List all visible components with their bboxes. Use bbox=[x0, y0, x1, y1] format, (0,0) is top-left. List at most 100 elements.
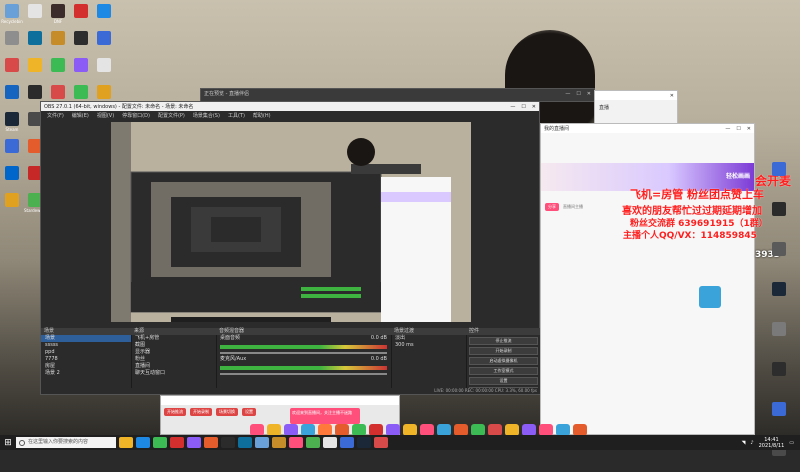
volume-slider[interactable] bbox=[220, 373, 387, 375]
desktop-icon[interactable] bbox=[70, 56, 92, 86]
minimize-icon[interactable]: — bbox=[510, 104, 515, 110]
close-icon[interactable]: ✕ bbox=[587, 91, 591, 97]
volume-meter bbox=[220, 366, 387, 370]
taskbar-app-icon[interactable] bbox=[340, 437, 354, 448]
scene-item[interactable]: 场景 2 bbox=[41, 370, 131, 377]
taskbar-app-icon[interactable] bbox=[119, 437, 133, 448]
taskbar-app-icon[interactable] bbox=[136, 437, 150, 448]
taskbar-app-icon[interactable] bbox=[272, 437, 286, 448]
share-tag[interactable]: 分享 bbox=[545, 203, 559, 211]
preview-window-behind[interactable]: 正在预览 - 直播伴侣 — ☐ ✕ bbox=[200, 88, 595, 102]
obs-menu-item[interactable]: 编辑(E) bbox=[72, 112, 89, 119]
desktop-icon[interactable] bbox=[47, 29, 69, 59]
scene-item[interactable]: ppd bbox=[41, 349, 131, 356]
lower-window-button[interactable]: 开始推流 bbox=[164, 408, 186, 416]
volume-icon[interactable]: ♪ bbox=[750, 440, 753, 446]
desktop-icon[interactable] bbox=[24, 2, 46, 32]
windows-start-icon[interactable]: ⊞ bbox=[0, 435, 16, 450]
desktop-icon[interactable]: Recyclebin bbox=[1, 2, 23, 32]
notification-icon[interactable]: ▭ bbox=[789, 440, 794, 446]
overlay-line-4: 主播个人QQ/VX：114859845 bbox=[623, 231, 757, 241]
obs-menu-item[interactable]: 工具(T) bbox=[228, 112, 245, 119]
taskbar-app-icon[interactable] bbox=[187, 437, 201, 448]
control-button[interactable]: 设置 bbox=[469, 377, 538, 385]
source-item[interactable]: 聊天互动窗口 bbox=[131, 370, 216, 377]
taskbar-app-icon[interactable] bbox=[374, 437, 388, 448]
minimize-icon[interactable]: — bbox=[725, 126, 730, 132]
close-icon[interactable]: ✕ bbox=[670, 93, 674, 99]
taskbar-search-input[interactable]: 在这里输入你要搜索的内容 bbox=[16, 437, 116, 448]
minimize-icon[interactable]: — bbox=[565, 91, 570, 97]
control-button[interactable]: 工作室模式 bbox=[469, 367, 538, 375]
obs-preview[interactable] bbox=[111, 122, 471, 322]
scene-item[interactable]: 房屋 bbox=[41, 363, 131, 370]
source-item[interactable]: 截图 bbox=[131, 342, 216, 349]
lower-window-button[interactable]: 设置 bbox=[242, 408, 256, 416]
clock[interactable]: 14:41 2021/8/11 bbox=[759, 437, 785, 449]
lower-window-button[interactable]: 开始录制 bbox=[190, 408, 212, 416]
live-room-window[interactable]: 我的直播间 — ☐ ✕ 轻松画画 分享 直播间主播 bbox=[540, 123, 755, 435]
desktop-icon[interactable] bbox=[24, 29, 46, 59]
transition-type[interactable]: 淡出 bbox=[391, 335, 466, 342]
source-item[interactable]: 飞机+房管 bbox=[131, 335, 216, 342]
desktop-icon[interactable] bbox=[93, 56, 115, 86]
taskbar-app-icon[interactable] bbox=[238, 437, 252, 448]
desktop-icon[interactable] bbox=[1, 137, 23, 167]
desktop-icon[interactable] bbox=[768, 402, 790, 432]
desktop-icon[interactable] bbox=[768, 322, 790, 352]
desktop-icon[interactable]: Steam bbox=[1, 110, 23, 140]
desktop-icon[interactable] bbox=[93, 29, 115, 59]
maximize-icon[interactable]: ☐ bbox=[736, 126, 740, 132]
taskbar-app-icon[interactable] bbox=[204, 437, 218, 448]
obs-menu-item[interactable]: 配置文件(P) bbox=[158, 112, 185, 119]
desktop-icon[interactable] bbox=[768, 162, 790, 192]
taskbar-app-icon[interactable] bbox=[170, 437, 184, 448]
scene-item[interactable]: 场景 bbox=[41, 335, 131, 342]
desktop-icon[interactable] bbox=[768, 242, 790, 272]
obs-window[interactable]: OBS 27.0.1 (64-bit, windows) - 配置文件: 未命名… bbox=[40, 101, 541, 395]
source-item[interactable]: 直播间 bbox=[131, 363, 216, 370]
source-item[interactable]: 粉丝 bbox=[131, 356, 216, 363]
network-icon[interactable]: ◥ bbox=[742, 440, 746, 446]
control-button[interactable]: 开始录制 bbox=[469, 347, 538, 355]
lower-window-button[interactable]: 场景切换 bbox=[216, 408, 238, 416]
source-item[interactable]: 显示器 bbox=[131, 349, 216, 356]
control-button[interactable]: 停止推流 bbox=[469, 337, 538, 345]
obs-menu-item[interactable]: 帮助(H) bbox=[253, 112, 271, 119]
obs-menu-item[interactable]: 文件(F) bbox=[47, 112, 64, 119]
taskbar-app-icon[interactable] bbox=[323, 437, 337, 448]
desktop-icon[interactable] bbox=[47, 56, 69, 86]
maximize-icon[interactable]: ☐ bbox=[521, 104, 525, 110]
desktop-icon[interactable] bbox=[24, 56, 46, 86]
desktop-icon[interactable] bbox=[768, 362, 790, 392]
obs-menu-item[interactable]: 视图(V) bbox=[97, 112, 114, 119]
desktop-icon[interactable] bbox=[1, 191, 23, 221]
desktop-icon[interactable] bbox=[1, 56, 23, 86]
volume-slider[interactable] bbox=[220, 352, 387, 354]
desktop-icon[interactable] bbox=[768, 202, 790, 232]
desktop-icon[interactable] bbox=[768, 282, 790, 312]
desktop-icon[interactable] bbox=[1, 83, 23, 113]
taskbar-app-icon[interactable] bbox=[306, 437, 320, 448]
gift-icon[interactable] bbox=[699, 286, 721, 308]
obs-menu-item[interactable]: 场景集合(S) bbox=[193, 112, 220, 119]
taskbar-app-icon[interactable] bbox=[357, 437, 371, 448]
desktop-icon[interactable] bbox=[1, 29, 23, 59]
close-icon[interactable]: ✕ bbox=[532, 104, 536, 110]
close-icon[interactable]: ✕ bbox=[747, 126, 751, 132]
control-button[interactable]: 启动虚拟摄像机 bbox=[469, 357, 538, 365]
desktop-icon[interactable] bbox=[70, 29, 92, 59]
desktop-icon[interactable] bbox=[1, 164, 23, 194]
transition-duration[interactable]: 300 ms bbox=[391, 342, 466, 349]
desktop-icon[interactable] bbox=[93, 2, 115, 32]
scene-item[interactable]: 7778 bbox=[41, 356, 131, 363]
scene-item[interactable]: sssss bbox=[41, 342, 131, 349]
desktop-icon[interactable]: DNF bbox=[47, 2, 69, 32]
taskbar-app-icon[interactable] bbox=[153, 437, 167, 448]
taskbar-app-icon[interactable] bbox=[255, 437, 269, 448]
taskbar-app-icon[interactable] bbox=[221, 437, 235, 448]
taskbar-app-icon[interactable] bbox=[289, 437, 303, 448]
desktop-icon[interactable] bbox=[70, 2, 92, 32]
obs-menu-item[interactable]: 停靠窗口(D) bbox=[122, 112, 150, 119]
maximize-icon[interactable]: ☐ bbox=[576, 91, 580, 97]
